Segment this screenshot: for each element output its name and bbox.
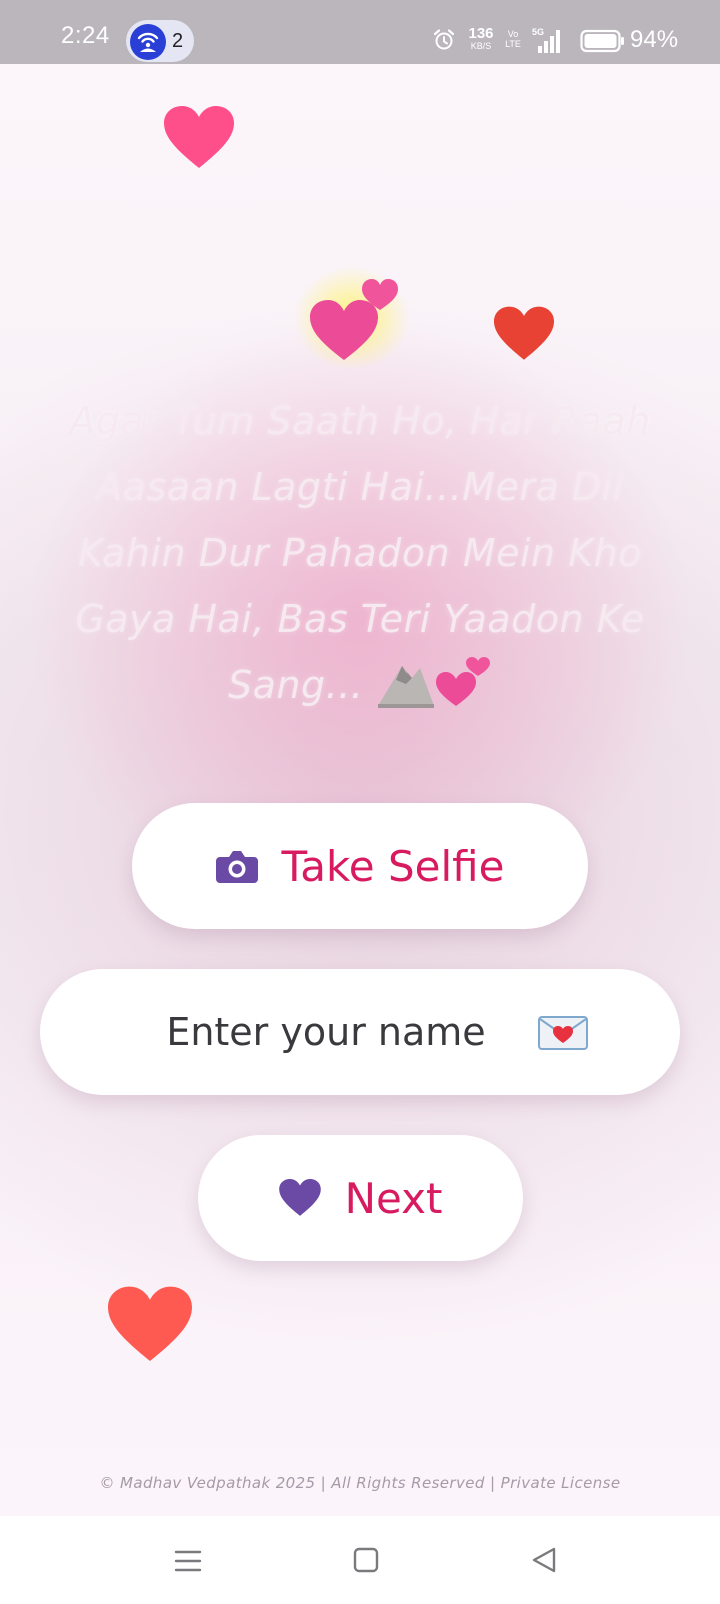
alarm-icon xyxy=(433,29,455,50)
hotspot-indicator[interactable]: 2 xyxy=(126,20,194,62)
lte-label: LTE xyxy=(505,39,521,49)
name-field[interactable] xyxy=(40,969,680,1095)
romantic-quote: Agar Tum Saath Ho, Har Raah Aasaan Lagti… xyxy=(40,388,680,718)
take-selfie-button[interactable]: Take Selfie xyxy=(132,803,588,929)
two-hearts-icon xyxy=(435,656,490,706)
love-letter-icon xyxy=(538,1016,588,1050)
next-label: Next xyxy=(344,1173,443,1223)
speed-value: 136 xyxy=(468,25,494,42)
network-type: 5G xyxy=(532,27,544,37)
next-button[interactable]: Next xyxy=(198,1135,523,1261)
hotspot-icon xyxy=(130,24,166,60)
mountain-icon xyxy=(377,656,490,708)
two-hearts-icon xyxy=(296,266,410,370)
network-speed: 136 KB/S xyxy=(464,26,498,51)
menu-icon[interactable] xyxy=(168,1544,208,1578)
system-nav-bar xyxy=(0,1516,720,1604)
battery-icon xyxy=(580,29,624,53)
signal-icon: 5G xyxy=(532,27,560,53)
hotspot-count: 2 xyxy=(172,30,184,52)
app-screen: 2:24 2 136 KB/S Vo LTE 5G 94% Agar Tum S… xyxy=(0,0,720,1604)
battery-percent: 94% xyxy=(630,26,679,53)
speed-unit: KB/S xyxy=(470,41,492,51)
quote-text: Agar Tum Saath Ho, Har Raah Aasaan Lagti… xyxy=(69,399,651,707)
red-heart-icon xyxy=(108,1286,192,1361)
red-heart-icon xyxy=(494,306,554,360)
home-icon[interactable] xyxy=(346,1544,386,1578)
volte-indicator: Vo LTE xyxy=(504,29,522,49)
purple-heart-icon xyxy=(278,1179,321,1216)
quote-emoji-group xyxy=(376,654,492,710)
status-bar: 2:24 2 136 KB/S Vo LTE 5G 94% xyxy=(0,0,720,64)
copyright-footer: © Madhav Vedpathak 2025 | All Rights Res… xyxy=(99,1474,621,1492)
volte-label: Vo xyxy=(507,29,519,39)
take-selfie-label: Take Selfie xyxy=(281,841,505,891)
status-time: 2:24 xyxy=(61,22,110,49)
camera-icon xyxy=(215,851,258,883)
pink-heart-icon xyxy=(164,106,234,168)
back-icon[interactable] xyxy=(524,1544,564,1578)
